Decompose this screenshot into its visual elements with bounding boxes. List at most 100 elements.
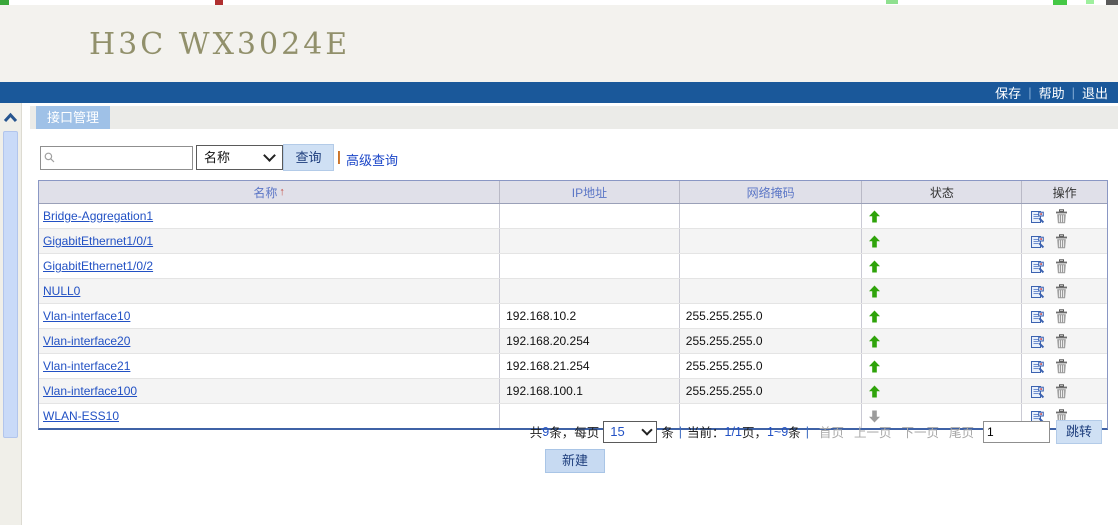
table-row: Vlan-interface20 192.168.20.254 255.255.… — [39, 329, 1107, 354]
search-input[interactable] — [57, 148, 191, 168]
edit-icon[interactable] — [1030, 384, 1045, 399]
ip-address-cell — [500, 279, 680, 303]
current-page-suffix: 页， — [741, 426, 767, 440]
prev-page-link[interactable]: 上一页 — [854, 422, 892, 441]
first-page-link[interactable]: 首页 — [819, 422, 844, 441]
browser-edge-artifact — [1086, 0, 1094, 4]
interface-table-body: Bridge-Aggregation1 GigabitEthernet1/0/1… — [39, 204, 1107, 428]
edit-icon[interactable] — [1030, 309, 1045, 324]
interface-link[interactable]: Vlan-interface21 — [43, 359, 130, 373]
column-header-operation: 操作 — [1052, 185, 1077, 200]
table-row: GigabitEthernet1/0/2 — [39, 254, 1107, 279]
ip-address-cell: 192.168.100.1 — [500, 379, 680, 403]
query-button[interactable]: 查询 — [283, 144, 334, 171]
edit-icon[interactable] — [1030, 334, 1045, 349]
search-field-value: 名称 — [204, 150, 231, 165]
help-link[interactable]: 帮助 — [1034, 83, 1070, 102]
interface-link[interactable]: Vlan-interface100 — [43, 384, 137, 398]
interface-link[interactable]: GigabitEthernet1/0/2 — [43, 259, 153, 273]
top-bar-links: 保存 | 帮助 | 退出 — [990, 82, 1113, 103]
ip-address-cell: 192.168.10.2 — [500, 304, 680, 328]
column-header-ip[interactable]: IP地址 — [500, 181, 680, 203]
current-range-suffix: 条 — [788, 426, 801, 440]
topbar-separator: | — [1028, 85, 1032, 100]
status-up-icon — [868, 260, 881, 273]
advanced-query-link[interactable]: 高级查询 — [346, 150, 398, 169]
delete-icon[interactable] — [1055, 233, 1068, 249]
last-page-link[interactable]: 尾页 — [949, 422, 974, 441]
magnifier-icon — [44, 152, 55, 163]
collapse-nav-button[interactable] — [2, 111, 19, 125]
delete-icon[interactable] — [1055, 283, 1068, 299]
search-field-select[interactable]: 名称 — [196, 145, 283, 170]
pager-separator: | — [805, 424, 809, 439]
interface-link[interactable]: Vlan-interface10 — [43, 309, 130, 323]
interface-link[interactable]: NULL0 — [43, 284, 80, 298]
column-header-mask[interactable]: 网络掩码 — [680, 181, 863, 203]
delete-icon[interactable] — [1055, 258, 1068, 274]
status-up-icon — [868, 285, 881, 298]
nav-collapse-strip — [0, 103, 22, 525]
status-up-icon — [868, 335, 881, 348]
chevron-down-icon — [263, 149, 276, 162]
pagination-bar: 共 9 条，每页 15 条 | 当前： 1/1 页， 1~9 条 | 首页 上一… — [530, 419, 1102, 444]
network-mask-cell: 255.255.255.0 — [680, 304, 863, 328]
scrollbar-thumb[interactable] — [3, 131, 18, 438]
edit-icon[interactable] — [1030, 234, 1045, 249]
tab-strip: 接口管理 — [30, 106, 1118, 129]
network-mask-cell — [680, 254, 863, 278]
delete-icon[interactable] — [1055, 333, 1068, 349]
brand-header: H3C WX3024E — [0, 5, 1118, 83]
tab-interface-management[interactable]: 接口管理 — [36, 106, 110, 129]
network-mask-cell — [680, 279, 863, 303]
delete-icon[interactable] — [1055, 208, 1068, 224]
top-bar: 保存 | 帮助 | 退出 — [0, 82, 1118, 103]
table-row: Vlan-interface10 192.168.10.2 255.255.25… — [39, 304, 1107, 329]
browser-edge-artifact — [886, 0, 898, 4]
status-up-icon — [868, 235, 881, 248]
table-row: NULL0 — [39, 279, 1107, 304]
table-row: Vlan-interface21 192.168.21.254 255.255.… — [39, 354, 1107, 379]
chevron-down-icon — [641, 423, 653, 436]
delete-icon[interactable] — [1055, 383, 1068, 399]
pager-separator: | — [678, 424, 683, 439]
table-header-row: 名称 ↑ IP地址 网络掩码 状态 操作 — [39, 181, 1107, 204]
jump-page-input[interactable] — [983, 420, 1050, 443]
table-row: Vlan-interface100 192.168.100.1 255.255.… — [39, 379, 1107, 404]
status-up-icon — [868, 310, 881, 323]
after-select: 条 — [661, 426, 674, 440]
page-size-value: 15 — [610, 423, 625, 439]
delete-icon[interactable] — [1055, 358, 1068, 374]
interface-link[interactable]: Vlan-interface20 — [43, 334, 130, 348]
table-row: Bridge-Aggregation1 — [39, 204, 1107, 229]
sort-asc-icon: ↑ — [279, 186, 285, 198]
chevron-up-icon — [3, 112, 18, 123]
edit-icon[interactable] — [1030, 359, 1045, 374]
status-up-icon — [868, 360, 881, 373]
delete-icon[interactable] — [1055, 308, 1068, 324]
next-page-link[interactable]: 下一页 — [901, 422, 939, 441]
network-mask-cell: 255.255.255.0 — [680, 379, 863, 403]
logout-link[interactable]: 退出 — [1077, 83, 1113, 102]
edit-icon[interactable] — [1030, 259, 1045, 274]
total-mid: 条，每页 — [549, 426, 600, 440]
advanced-separator: | — [337, 148, 341, 164]
edit-icon[interactable] — [1030, 284, 1045, 299]
interface-link[interactable]: GigabitEthernet1/0/1 — [43, 234, 153, 248]
network-mask-cell: 255.255.255.0 — [680, 329, 863, 353]
network-mask-cell — [680, 229, 863, 253]
save-link[interactable]: 保存 — [990, 83, 1026, 102]
network-mask-cell — [680, 204, 863, 228]
ip-address-cell: 192.168.20.254 — [500, 329, 680, 353]
interface-link[interactable]: Bridge-Aggregation1 — [43, 209, 153, 223]
new-button[interactable]: 新建 — [545, 449, 605, 473]
jump-button[interactable]: 跳转 — [1056, 419, 1102, 444]
current-label: 当前： — [687, 426, 725, 440]
total-count: 9 — [542, 424, 550, 439]
ip-address-cell — [500, 254, 680, 278]
edit-icon[interactable] — [1030, 209, 1045, 224]
page-size-select[interactable]: 15 — [603, 420, 658, 443]
device-title: H3C WX3024E — [89, 27, 351, 62]
column-header-name[interactable]: 名称 ↑ — [39, 181, 501, 203]
interface-link[interactable]: WLAN-ESS10 — [43, 409, 119, 423]
